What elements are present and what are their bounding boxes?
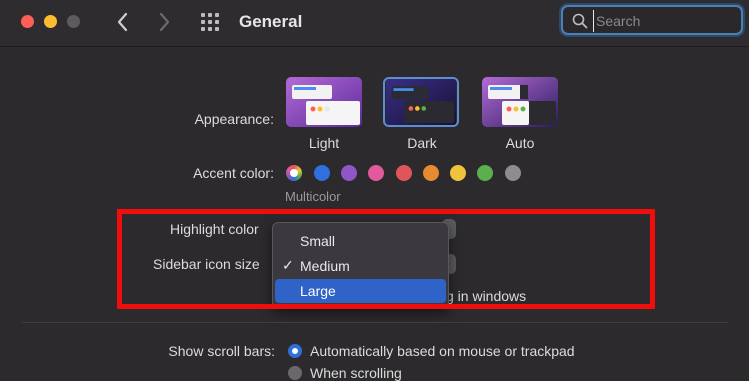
search-field[interactable] xyxy=(561,5,743,35)
forward-button[interactable] xyxy=(154,10,174,34)
back-button[interactable] xyxy=(113,10,133,34)
appearance-label: Appearance: xyxy=(194,111,274,127)
auto-theme-preview xyxy=(482,77,558,127)
search-input[interactable] xyxy=(593,10,738,32)
radio-scroll-when-scrolling[interactable] xyxy=(288,366,302,380)
accent-swatch-pink[interactable] xyxy=(368,165,384,181)
accent-swatch-red[interactable] xyxy=(396,165,412,181)
dark-theme-preview xyxy=(386,79,456,125)
minimize-window-button[interactable] xyxy=(44,15,57,28)
accent-swatch-green[interactable] xyxy=(477,165,493,181)
annotation-highlight-box xyxy=(117,209,655,309)
accent-swatch-purple[interactable] xyxy=(341,165,357,181)
appearance-option-auto[interactable]: Auto xyxy=(475,135,565,151)
accent-swatch-graphite[interactable] xyxy=(505,165,521,181)
accent-swatch-orange[interactable] xyxy=(423,165,439,181)
scroll-when-scrolling-label[interactable]: When scrolling xyxy=(310,365,402,381)
zoom-window-button[interactable] xyxy=(67,15,80,28)
magnifier-icon xyxy=(572,13,588,29)
chevron-right-icon xyxy=(159,12,170,32)
accent-selected-name: Multicolor xyxy=(285,189,341,204)
accent-swatch-blue[interactable] xyxy=(314,165,330,181)
close-window-button[interactable] xyxy=(21,15,34,28)
appearance-dark-thumbnail[interactable] xyxy=(383,77,459,127)
window-titlebar: General xyxy=(0,0,749,47)
chevron-left-icon xyxy=(117,12,128,32)
appearance-option-light[interactable]: Light xyxy=(279,135,369,151)
accent-color-label: Accent color: xyxy=(193,165,274,181)
accent-multicolor-swatch[interactable] xyxy=(286,165,302,181)
scroll-automatic-label[interactable]: Automatically based on mouse or trackpad xyxy=(310,343,575,359)
appearance-auto-thumbnail[interactable] xyxy=(482,77,558,127)
window-title: General xyxy=(239,12,303,31)
appearance-option-dark[interactable]: Dark xyxy=(377,135,467,151)
section-divider xyxy=(22,322,728,323)
radio-scroll-automatic[interactable] xyxy=(288,344,302,358)
appearance-light-thumbnail[interactable] xyxy=(286,77,362,127)
show-all-preferences-button[interactable] xyxy=(201,13,221,33)
accent-swatch-yellow[interactable] xyxy=(450,165,466,181)
light-theme-preview xyxy=(286,77,362,127)
selected-indicator xyxy=(290,169,298,177)
scroll-bars-label: Show scroll bars: xyxy=(168,343,275,359)
